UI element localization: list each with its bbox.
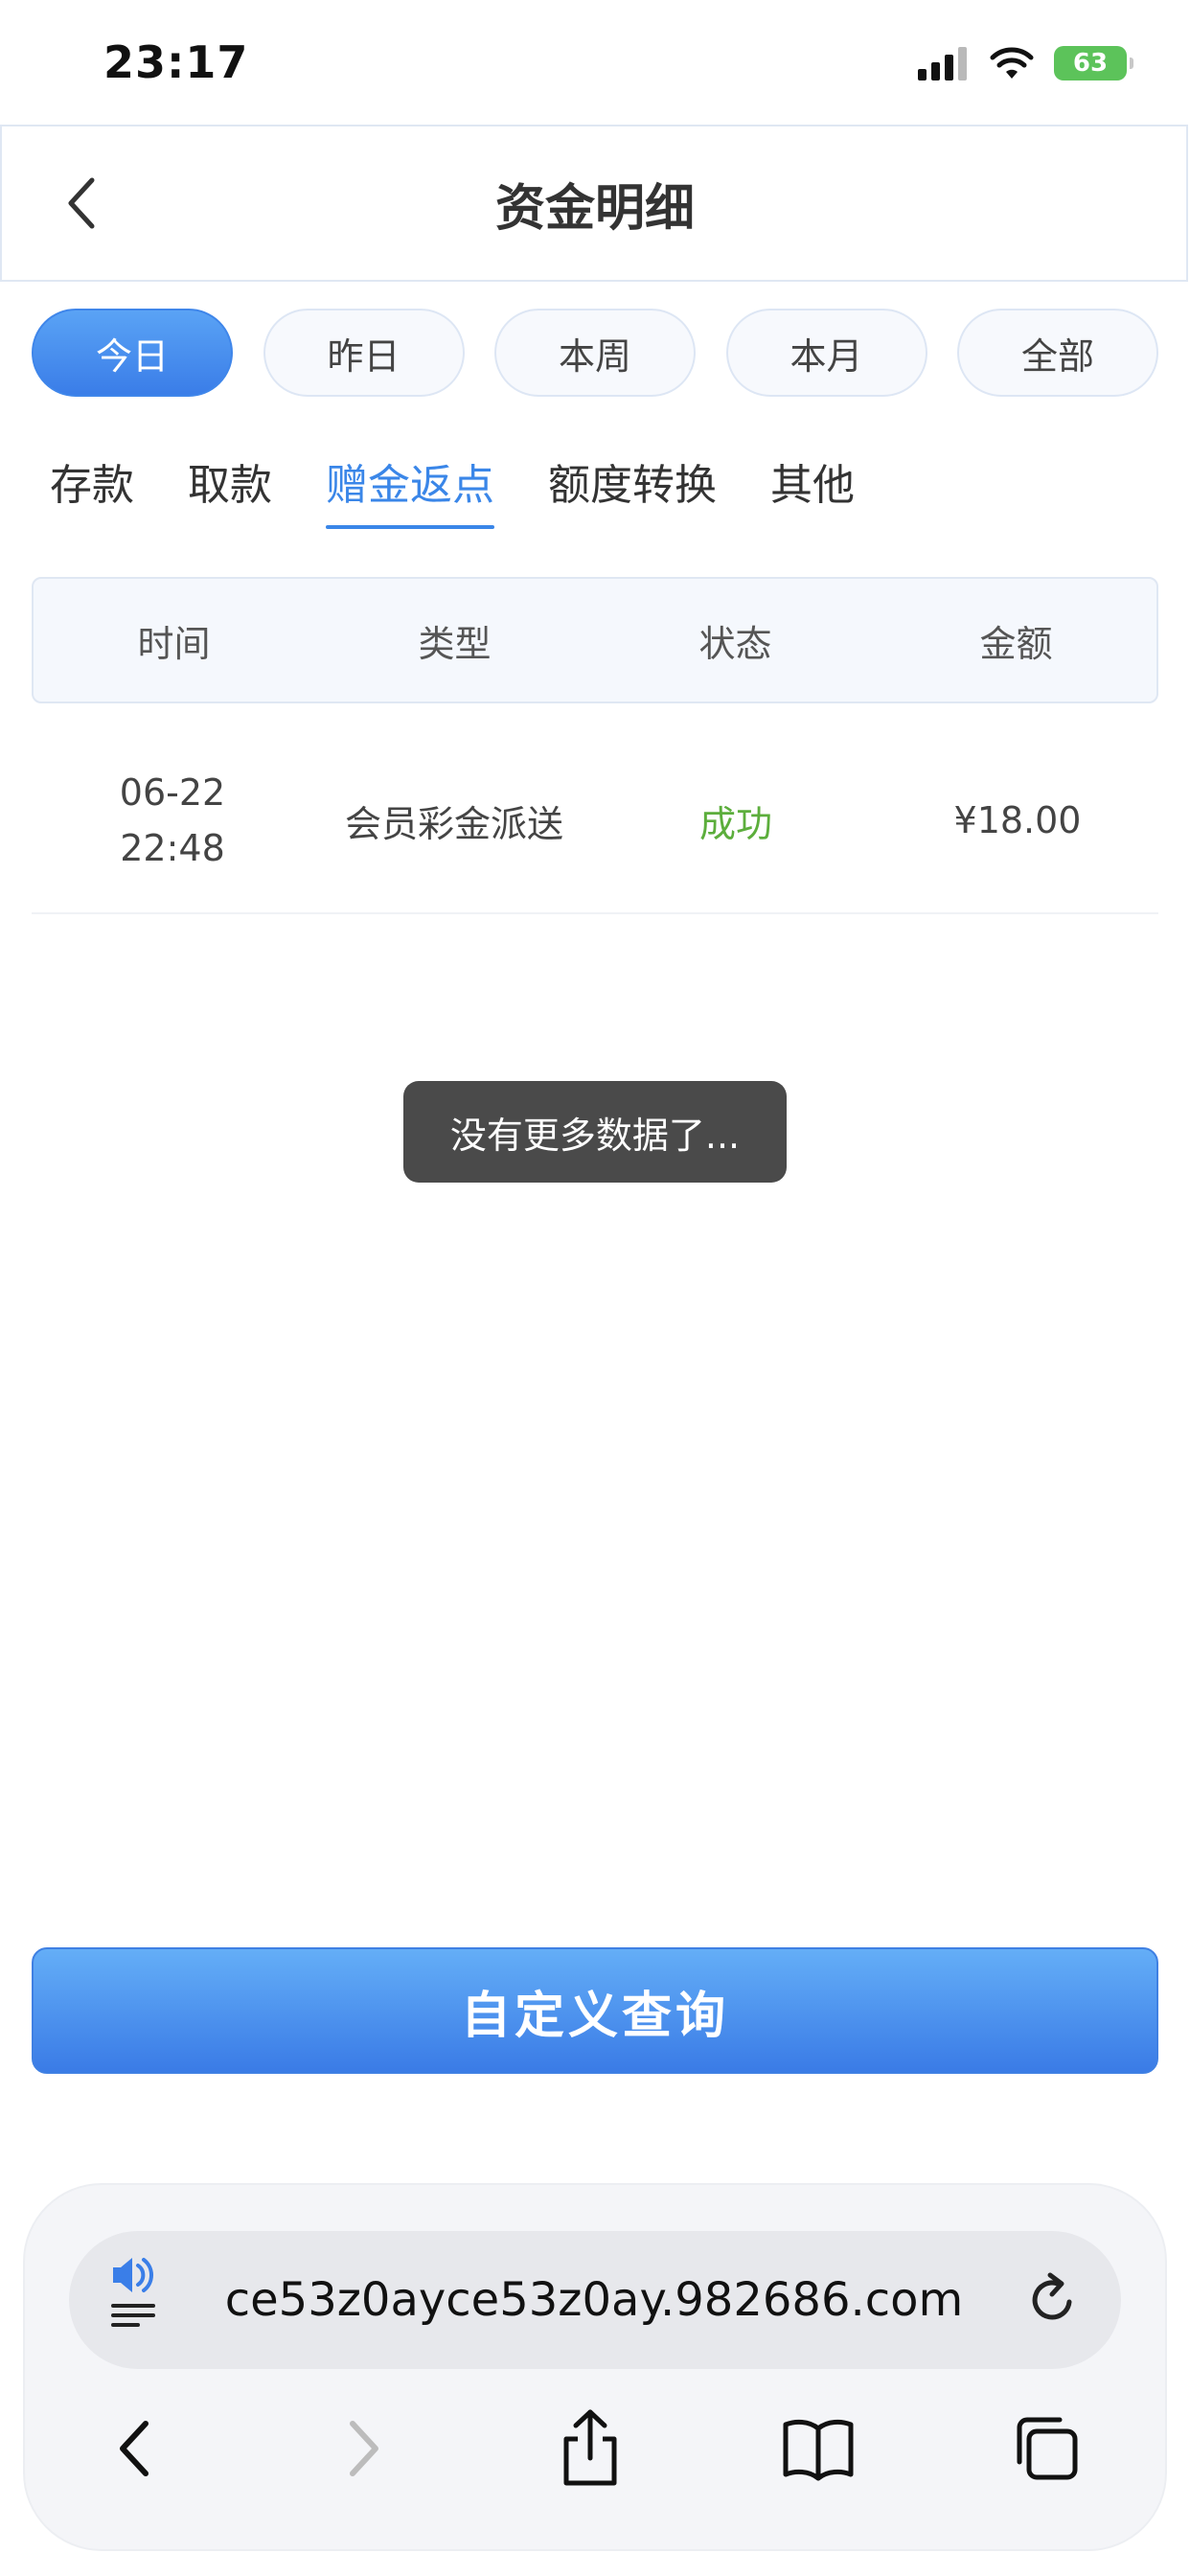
date-filter-yesterday[interactable]: 昨日	[263, 309, 465, 397]
no-more-data-toast: 没有更多数据了...	[403, 1081, 787, 1183]
chevron-left-icon	[68, 177, 95, 229]
date-filter-label: 今日	[95, 334, 169, 378]
browser-nav-row	[0, 2396, 1190, 2511]
column-header-time: 时间	[137, 622, 211, 665]
wifi-icon	[990, 47, 1034, 79]
date-filter-label: 本周	[558, 334, 631, 378]
date-filter-this-week[interactable]: 本周	[494, 309, 696, 397]
category-tabs: 存款 取款 赠金返点 额度转换 其他	[50, 443, 908, 529]
tabs-icon	[1017, 2417, 1078, 2480]
browser-forward-button[interactable]	[316, 2396, 412, 2501]
date-filter-this-month[interactable]: 本月	[725, 309, 927, 397]
date-filter-group: 今日 昨日 本周 本月 全部	[32, 309, 1158, 397]
row-time: 06-22 22:48	[32, 765, 313, 876]
battery-icon: 63	[1054, 46, 1133, 80]
url-text[interactable]: ce53z0ayce53z0ay.982686.com	[211, 2231, 977, 2369]
column-header-status: 状态	[698, 622, 772, 665]
date-filter-all[interactable]: 全部	[957, 309, 1158, 397]
table-header: 时间 类型 状态 金额	[32, 577, 1158, 703]
tab-bonus-rebate[interactable]: 赠金返点	[326, 443, 494, 529]
reload-icon[interactable]	[1021, 2269, 1083, 2331]
chevron-right-icon	[350, 2421, 378, 2476]
book-icon	[783, 2419, 854, 2481]
date-filter-today[interactable]: 今日	[32, 309, 233, 397]
custom-query-button[interactable]: 自定义查询	[32, 1947, 1158, 2074]
date-filter-label: 昨日	[327, 334, 400, 378]
tabs-button[interactable]	[998, 2396, 1094, 2501]
audio-playing-icon[interactable]	[107, 2254, 169, 2331]
date-filter-label: 全部	[1020, 334, 1094, 378]
table-row[interactable]: 06-22 22:48 会员彩金派送 成功 ¥18.00	[32, 728, 1158, 914]
row-type: 会员彩金派送	[344, 802, 563, 845]
row-clock: 22:48	[120, 827, 225, 869]
battery-level: 63	[1072, 49, 1109, 78]
status-icons: 63	[916, 42, 1133, 84]
chevron-left-icon	[120, 2421, 149, 2476]
back-button[interactable]	[42, 165, 119, 242]
tab-quota-transfer[interactable]: 额度转换	[548, 443, 717, 519]
row-status: 成功	[698, 802, 772, 845]
row-date: 06-22	[119, 771, 226, 814]
status-time: 23:17	[103, 36, 249, 88]
bookmarks-button[interactable]	[770, 2396, 866, 2501]
column-header-type: 类型	[418, 622, 492, 665]
tab-withdraw[interactable]: 取款	[188, 443, 272, 519]
row-amount: ¥18.00	[953, 799, 1082, 841]
date-filter-label: 本月	[790, 334, 863, 378]
column-header-amount: 金额	[979, 622, 1053, 665]
page-title: 资金明细	[494, 179, 695, 238]
signal-icon	[918, 47, 967, 80]
share-button[interactable]	[542, 2396, 638, 2501]
tab-deposit[interactable]: 存款	[50, 443, 134, 519]
tab-other[interactable]: 其他	[770, 443, 855, 519]
browser-back-button[interactable]	[86, 2396, 182, 2501]
share-icon	[563, 2409, 617, 2486]
